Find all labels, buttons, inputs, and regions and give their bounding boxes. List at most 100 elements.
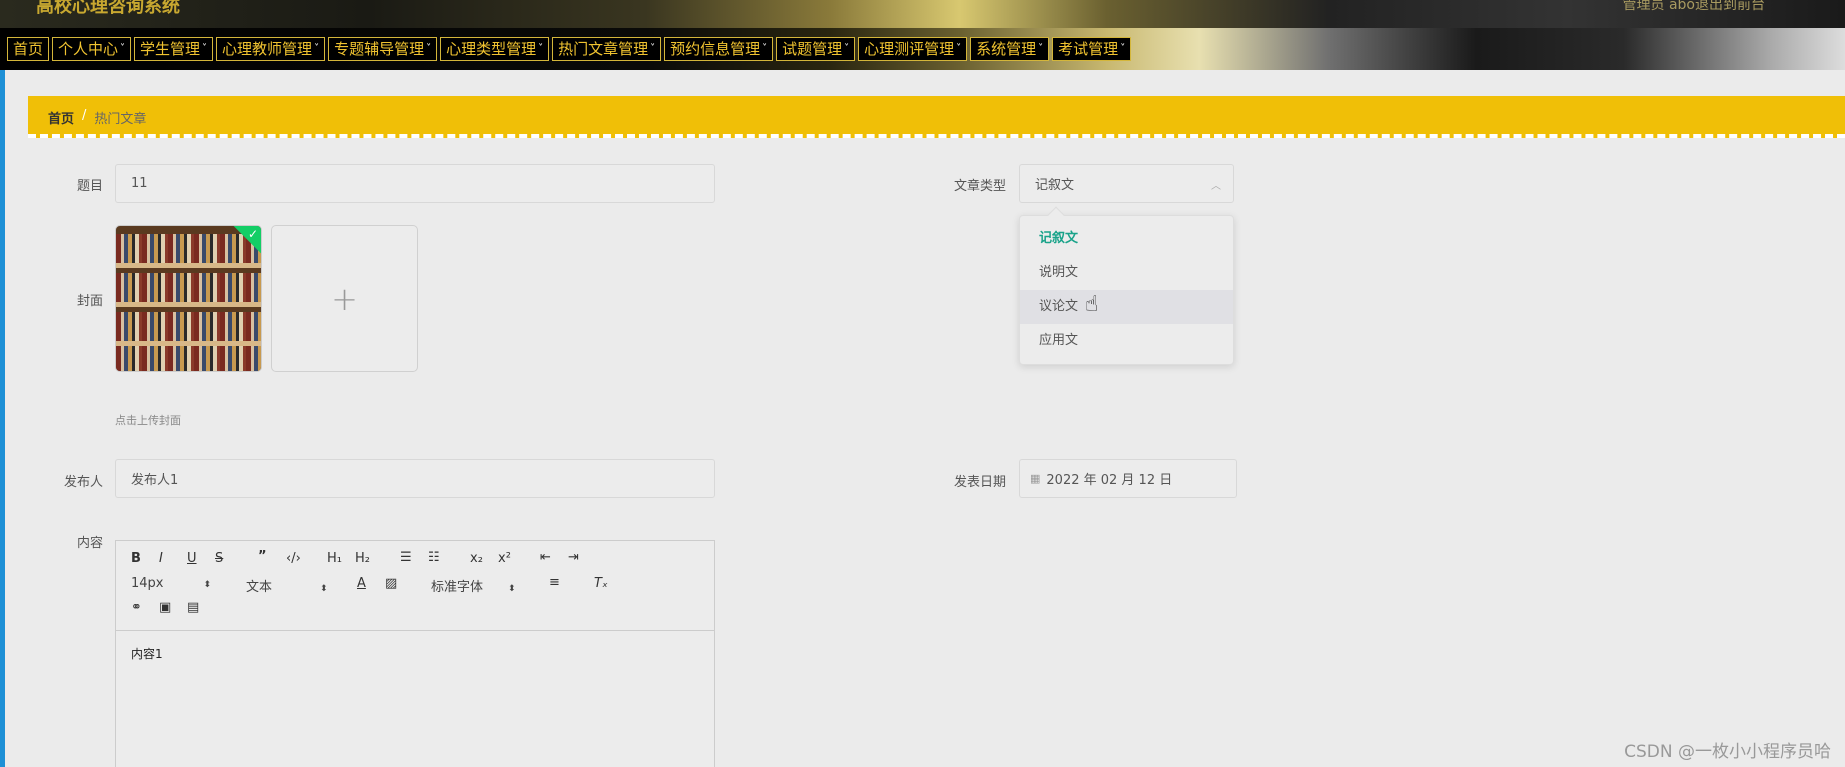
- left-edge-bar: [0, 0, 5, 767]
- publisher-value: 发布人1: [131, 473, 179, 488]
- header-banner: 高校心理咨询系统 管理员 abo 退出到前台: [0, 0, 1845, 28]
- bookshelf-row: [116, 273, 261, 307]
- background-color-icon[interactable]: ▨: [385, 576, 397, 591]
- strikethrough-icon[interactable]: S: [215, 551, 223, 566]
- type-select-value: 记叙文: [1035, 178, 1075, 193]
- nav-item-topics[interactable]: 专题辅导管理 ˅: [328, 37, 438, 61]
- h2-icon[interactable]: H₂: [355, 551, 370, 566]
- chevron-down-icon: ˅: [120, 43, 126, 54]
- video-icon[interactable]: ▤: [187, 600, 199, 615]
- chevron-down-icon: ˅: [1038, 43, 1044, 54]
- watermark: CSDN @一枚小小程序员哈: [1624, 742, 1831, 762]
- chevron-down-icon: ˅: [202, 43, 208, 54]
- dropdown-option[interactable]: 应用文: [1020, 324, 1233, 358]
- logout-link[interactable]: 退出到前台: [1695, 0, 1765, 14]
- superscript-icon[interactable]: x²: [498, 551, 511, 566]
- content-label: 内容: [76, 536, 103, 551]
- title-input[interactable]: 11: [115, 164, 715, 203]
- updown-icon: ⬍: [508, 584, 516, 594]
- h1-icon[interactable]: H₁: [327, 551, 342, 566]
- code-icon[interactable]: ‹/›: [286, 551, 301, 566]
- quote-icon[interactable]: ”: [258, 549, 267, 564]
- bold-icon[interactable]: B: [131, 551, 141, 566]
- nav-item-exams[interactable]: 考试管理 ˅: [1052, 37, 1132, 61]
- date-label: 发表日期: [953, 475, 1006, 490]
- chevron-down-icon: ˅: [314, 43, 320, 54]
- bookshelf-row: [116, 312, 261, 346]
- cover-image[interactable]: ✓: [115, 225, 262, 372]
- align-icon[interactable]: ≡: [549, 575, 560, 590]
- font-family-value: 标准字体: [431, 580, 484, 595]
- font-size-select[interactable]: 14px ⬍: [131, 576, 211, 591]
- link-icon[interactable]: ⚭: [131, 600, 142, 615]
- date-value: 2022 年 02 月 12 日: [1046, 473, 1173, 488]
- nav-item-questions[interactable]: 试题管理 ˅: [776, 37, 856, 61]
- editor-content[interactable]: 内容1: [131, 645, 163, 662]
- type-select[interactable]: 记叙文 ︿: [1019, 164, 1234, 203]
- nav-item-types[interactable]: 心理类型管理 ˅: [440, 37, 550, 61]
- ordered-list-icon[interactable]: ☰: [400, 550, 412, 565]
- calendar-icon: ▦: [1030, 472, 1041, 485]
- nav-item-system[interactable]: 系统管理 ˅: [970, 37, 1050, 61]
- dropdown-option[interactable]: 说明文: [1020, 256, 1233, 290]
- chevron-up-icon: ︿: [1211, 181, 1221, 192]
- chevron-down-icon: ˅: [650, 43, 656, 54]
- breadcrumb-home[interactable]: 首页: [48, 108, 74, 127]
- chevron-down-icon: ˅: [956, 43, 962, 54]
- chevron-down-icon: ˅: [1120, 43, 1126, 54]
- cover-hint: 点击上传封面: [115, 414, 181, 427]
- breadcrumb-current: 热门文章: [94, 112, 147, 127]
- rich-text-editor: B I U S ” ‹/› H₁ H₂ ☰ ☷ x₂ x² ⇤ ⇥ 14px ⬍ …: [115, 540, 715, 767]
- updown-icon: ⬍: [320, 584, 328, 594]
- font-color-icon[interactable]: A: [357, 576, 366, 591]
- paragraph-select[interactable]: 文本 ⬍: [246, 576, 328, 595]
- font-family-select[interactable]: 标准字体 ⬍: [431, 576, 516, 595]
- nav-items: 首页 个人中心 ˅ 学生管理 ˅ 心理教师管理 ˅ 专题辅导管理 ˅ 心理类型管理 ˅ 热…: [7, 37, 1132, 61]
- image-icon[interactable]: ▣: [159, 600, 171, 615]
- outdent-icon[interactable]: ⇤: [540, 550, 551, 565]
- paragraph-value: 文本: [246, 580, 273, 595]
- title-label: 题目: [76, 179, 103, 194]
- updown-icon: ⬍: [203, 580, 212, 590]
- chevron-down-icon: ˅: [426, 43, 432, 54]
- bullet-list-icon[interactable]: ☷: [428, 550, 440, 565]
- breadcrumb: 首页 / 热门文章: [48, 108, 146, 127]
- nav-item-home[interactable]: 首页: [7, 37, 50, 61]
- cover-label: 封面: [76, 294, 103, 309]
- nav-item-personal[interactable]: 个人中心 ˅: [52, 37, 132, 61]
- plus-icon: +: [331, 279, 358, 318]
- nav-item-assessment[interactable]: 心理测评管理 ˅: [858, 37, 968, 61]
- font-size-value: 14px: [131, 576, 164, 591]
- type-dropdown: 记叙文 说明文 议论文 应用文: [1019, 206, 1234, 365]
- bookshelf-row: [116, 346, 261, 371]
- breadcrumb-bar: 首页 / 热门文章: [28, 96, 1845, 138]
- site-title: 高校心理咨询系统: [36, 0, 180, 17]
- nav-item-appointments[interactable]: 预约信息管理 ˅: [664, 37, 774, 61]
- nav-bar: 首页 个人中心 ˅ 学生管理 ˅ 心理教师管理 ˅ 专题辅导管理 ˅ 心理类型管理 ˅ 热…: [0, 28, 1845, 70]
- italic-icon[interactable]: I: [159, 551, 163, 566]
- indent-icon[interactable]: ⇥: [568, 550, 579, 565]
- nav-item-teachers[interactable]: 心理教师管理 ˅: [216, 37, 326, 61]
- underline-icon[interactable]: U: [187, 551, 197, 566]
- admin-label: 管理员 abo: [1622, 0, 1695, 13]
- type-label: 文章类型: [953, 179, 1006, 194]
- subscript-icon[interactable]: x₂: [470, 551, 483, 566]
- upload-button[interactable]: +: [271, 225, 418, 372]
- publisher-label: 发布人: [63, 475, 103, 490]
- hand-cursor-icon: ☝: [1085, 292, 1099, 317]
- check-icon: ✓: [247, 227, 258, 241]
- nav-item-articles[interactable]: 热门文章管理 ˅: [552, 37, 662, 61]
- chevron-down-icon: ˅: [844, 43, 850, 54]
- breadcrumb-separator: /: [82, 108, 87, 123]
- chevron-down-icon: ˅: [538, 43, 544, 54]
- title-value: 11: [131, 176, 148, 191]
- publisher-input[interactable]: 发布人1: [115, 459, 715, 498]
- clear-format-icon[interactable]: Tₓ: [594, 576, 608, 591]
- dropdown-option[interactable]: 记叙文: [1020, 222, 1233, 256]
- nav-item-students[interactable]: 学生管理 ˅: [134, 37, 214, 61]
- chevron-down-icon: ˅: [762, 43, 768, 54]
- date-picker[interactable]: ▦ 2022 年 02 月 12 日: [1019, 459, 1237, 498]
- dropdown-option[interactable]: 议论文: [1020, 290, 1233, 324]
- editor-toolbar: B I U S ” ‹/› H₁ H₂ ☰ ☷ x₂ x² ⇤ ⇥ 14px ⬍ …: [116, 541, 714, 631]
- dropdown-caret: [1047, 206, 1065, 224]
